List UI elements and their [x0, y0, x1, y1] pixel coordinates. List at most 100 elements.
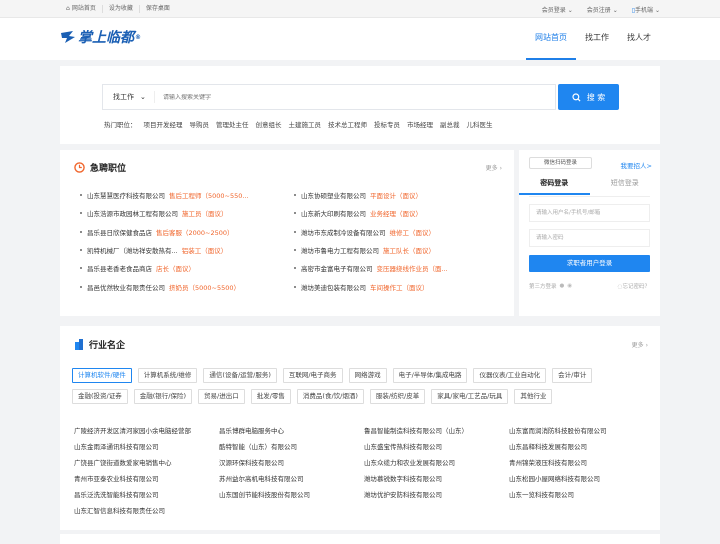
category-tag[interactable]: 服装/纺织/皮革 — [369, 389, 426, 404]
job-item[interactable]: 山东浩源市政园林工程有限公司 施工员（面议） — [80, 204, 294, 222]
company-link[interactable]: 山东金雨泽通讯科技有限公司 — [74, 442, 219, 453]
job-company[interactable]: 昌乐县日欣保健食品店 — [87, 227, 152, 237]
category-tag[interactable]: 批发/零售 — [250, 389, 291, 404]
company-link[interactable]: 山东汇智信息科技有限责任公司 — [74, 506, 219, 517]
hot-job-link[interactable]: 市场经理 — [407, 119, 433, 129]
job-item[interactable]: 高密市金富电子有限公司 变压器绕线作业员（面... — [294, 259, 508, 277]
category-tag[interactable]: 仪器仪表/工业自动化 — [473, 368, 547, 383]
company-link[interactable]: 山东盛宝传热科技有限公司 — [364, 442, 509, 453]
hot-job-link[interactable]: 土建施工员 — [289, 119, 322, 129]
industry-more[interactable]: 更多 › — [632, 340, 648, 349]
username-field[interactable]: 请输入用户名/手机号/邮箱 — [529, 204, 650, 222]
company-link[interactable]: 山东松园小屋网络科技有限公司 — [509, 474, 654, 485]
job-company[interactable]: 山东协硕塑业有限公司 — [301, 190, 366, 200]
hot-job-link[interactable]: 导购员 — [190, 119, 210, 129]
company-link[interactable]: 酷特智能（山东）有限公司 — [219, 442, 364, 453]
job-item[interactable]: 潍坊美迪包装有限公司 车间操作工（面议） — [294, 277, 508, 295]
search-input[interactable] — [155, 93, 545, 101]
category-tag[interactable]: 家具/家电/工艺品/玩具 — [431, 389, 509, 404]
category-tag[interactable]: 金融(投资/证券 — [72, 389, 128, 404]
category-tag[interactable]: 电子/半导体/集成电路 — [392, 368, 468, 383]
job-item[interactable]: 山东慧慧医疗科技有限公司 售后工程师（5000~550... — [80, 186, 294, 204]
job-company[interactable]: 山东浩源市政园林工程有限公司 — [87, 208, 178, 218]
job-company[interactable]: 凯特机械厂（潍坊祥安散热有... — [87, 245, 178, 255]
job-company[interactable]: 潍坊美迪包装有限公司 — [301, 282, 366, 292]
hot-job-link[interactable]: 管理处主任 — [216, 119, 249, 129]
job-item[interactable]: 凯特机械厂（潍坊祥安散热有... 铝装工（面议） — [80, 241, 294, 259]
category-tag[interactable]: 计算机系统/维修 — [137, 368, 198, 383]
member-register-dropdown[interactable]: 会员注册 ⌄ — [587, 5, 618, 14]
save-desktop-link[interactable]: 保存桌面 — [140, 5, 176, 13]
company-link[interactable]: 潍坊优护安防科技有限公司 — [364, 490, 509, 501]
job-company[interactable]: 山东慧慧医疗科技有限公司 — [87, 190, 165, 200]
company-link[interactable]: 广饶县广饶街道数爱家电销售中心 — [74, 458, 219, 469]
hot-job-link[interactable]: 副总裁 — [440, 119, 460, 129]
urgent-jobs-more[interactable]: 更多 › — [486, 163, 502, 172]
job-title[interactable]: 业务经理（面议） — [370, 208, 422, 218]
hot-job-link[interactable]: 技术总工程师 — [328, 119, 367, 129]
job-title[interactable]: 售后工程师（5000~550... — [169, 190, 249, 200]
password-field[interactable]: 请输入密码 — [529, 229, 650, 247]
category-tag[interactable]: 网络游戏 — [348, 368, 387, 383]
company-link[interactable]: 山东国创节能科技股份有限公司 — [219, 490, 364, 501]
job-item[interactable]: 潍坊市东成制冷设备有限公司 维修工（面议） — [294, 223, 508, 241]
job-item[interactable]: 山东新大印刷有限公司 业务经理（面议） — [294, 204, 508, 222]
hire-link[interactable]: 我要招人> — [621, 160, 652, 170]
job-title[interactable]: 售后客服（2000~2500） — [156, 227, 234, 237]
job-company[interactable]: 高密市金富电子有限公司 — [301, 263, 373, 273]
hot-job-link[interactable]: 投标专员 — [374, 119, 400, 129]
member-login-dropdown[interactable]: 会员登录 ⌄ — [542, 5, 573, 14]
category-tag[interactable]: 贸易/进出口 — [198, 389, 245, 404]
category-tag[interactable]: 通信(设备/运营/服务) — [203, 368, 277, 383]
bookmark-link[interactable]: 设为收藏 — [103, 5, 140, 13]
job-item[interactable]: 昌乐县老香老食品商店 店长（面议） — [80, 259, 294, 277]
company-link[interactable]: 青州市亚泰农业科技有限公司 — [74, 474, 219, 485]
company-link[interactable]: 鲁昌智能制造科技有限公司（山东） — [364, 426, 509, 437]
category-tag[interactable]: 消费品(食/饮/烟酒) — [296, 389, 364, 404]
company-link[interactable]: 山东一览科技有限公司 — [509, 490, 654, 501]
search-button[interactable]: 搜 索 — [558, 84, 619, 110]
company-link[interactable]: 汉源环保科技有限公司 — [219, 458, 364, 469]
job-item[interactable]: 潍坊市鲁电力工程有限公司 施工队长（面议） — [294, 241, 508, 259]
job-company[interactable]: 潍坊市鲁电力工程有限公司 — [301, 245, 379, 255]
job-title[interactable]: 施工队长（面议） — [383, 245, 435, 255]
tab-password-login[interactable]: 密码登录 — [519, 178, 590, 195]
nav-find-talent[interactable]: 找人才 — [618, 18, 660, 60]
company-link[interactable]: 广陵经济开发区清河家园小余电脑经营部 — [74, 426, 219, 437]
hot-job-link[interactable]: 创意组长 — [256, 119, 282, 129]
category-tag[interactable]: 会计/审计 — [552, 368, 593, 383]
hot-job-link[interactable]: 儿科医生 — [467, 119, 493, 129]
job-item[interactable]: 昌邑优然牧业有限责任公司 挤奶员（5000~5500） — [80, 277, 294, 295]
job-company[interactable]: 昌乐县老香老食品商店 — [87, 263, 152, 273]
company-link[interactable]: 山东众缆力和农业发展有限公司 — [364, 458, 509, 469]
hot-job-link[interactable]: 项目开发经理 — [144, 119, 183, 129]
nav-find-job[interactable]: 找工作 — [576, 18, 618, 60]
job-title[interactable]: 施工员（面议） — [182, 208, 228, 218]
job-company[interactable]: 山东新大印刷有限公司 — [301, 208, 366, 218]
site-logo[interactable]: 掌上临都 ® — [60, 27, 141, 47]
user-icon[interactable]: ● — [560, 283, 565, 289]
wechat-qr-login-button[interactable]: 微信扫码登录 — [529, 157, 592, 169]
company-link[interactable]: 昌乐泛洗洗智能科技有限公司 — [74, 490, 219, 501]
job-company[interactable]: 昌邑优然牧业有限责任公司 — [87, 282, 165, 292]
job-company[interactable]: 潍坊市东成制冷设备有限公司 — [301, 227, 386, 237]
mobile-link[interactable]: ▯手机端 ⌄ — [632, 5, 660, 14]
job-title[interactable]: 挤奶员（5000~5500） — [169, 282, 240, 292]
job-title[interactable]: 维修工（面议） — [390, 227, 436, 237]
company-link[interactable]: 昌乐博群电脑服务中心 — [219, 426, 364, 437]
tab-sms-login[interactable]: 短信登录 — [590, 178, 661, 195]
job-title[interactable]: 车间操作工（面议） — [370, 282, 429, 292]
job-title[interactable]: 铝装工（面议） — [182, 245, 228, 255]
company-link[interactable]: 苏州益尔高机电科技有限公司 — [219, 474, 364, 485]
forgot-password-link[interactable]: ◌忘记密码？ — [618, 282, 650, 290]
wechat-icon[interactable]: ◉ — [567, 283, 572, 289]
category-tag[interactable]: 计算机软件/硬件 — [72, 368, 132, 383]
job-title[interactable]: 店长（面议） — [156, 263, 195, 273]
nav-home[interactable]: 网站首页 — [526, 18, 576, 60]
category-tag[interactable]: 互联网/电子商务 — [282, 368, 343, 383]
company-link[interactable]: 青州锦荣液压科技有限公司 — [509, 458, 654, 469]
job-title[interactable]: 变压器绕线作业员（面... — [377, 263, 448, 273]
company-link[interactable]: 山东昌释科技发展有限公司 — [509, 442, 654, 453]
company-link[interactable]: 潍坊慕锐数字科技有限公司 — [364, 474, 509, 485]
category-tag[interactable]: 金融(银行/保险) — [133, 389, 192, 404]
